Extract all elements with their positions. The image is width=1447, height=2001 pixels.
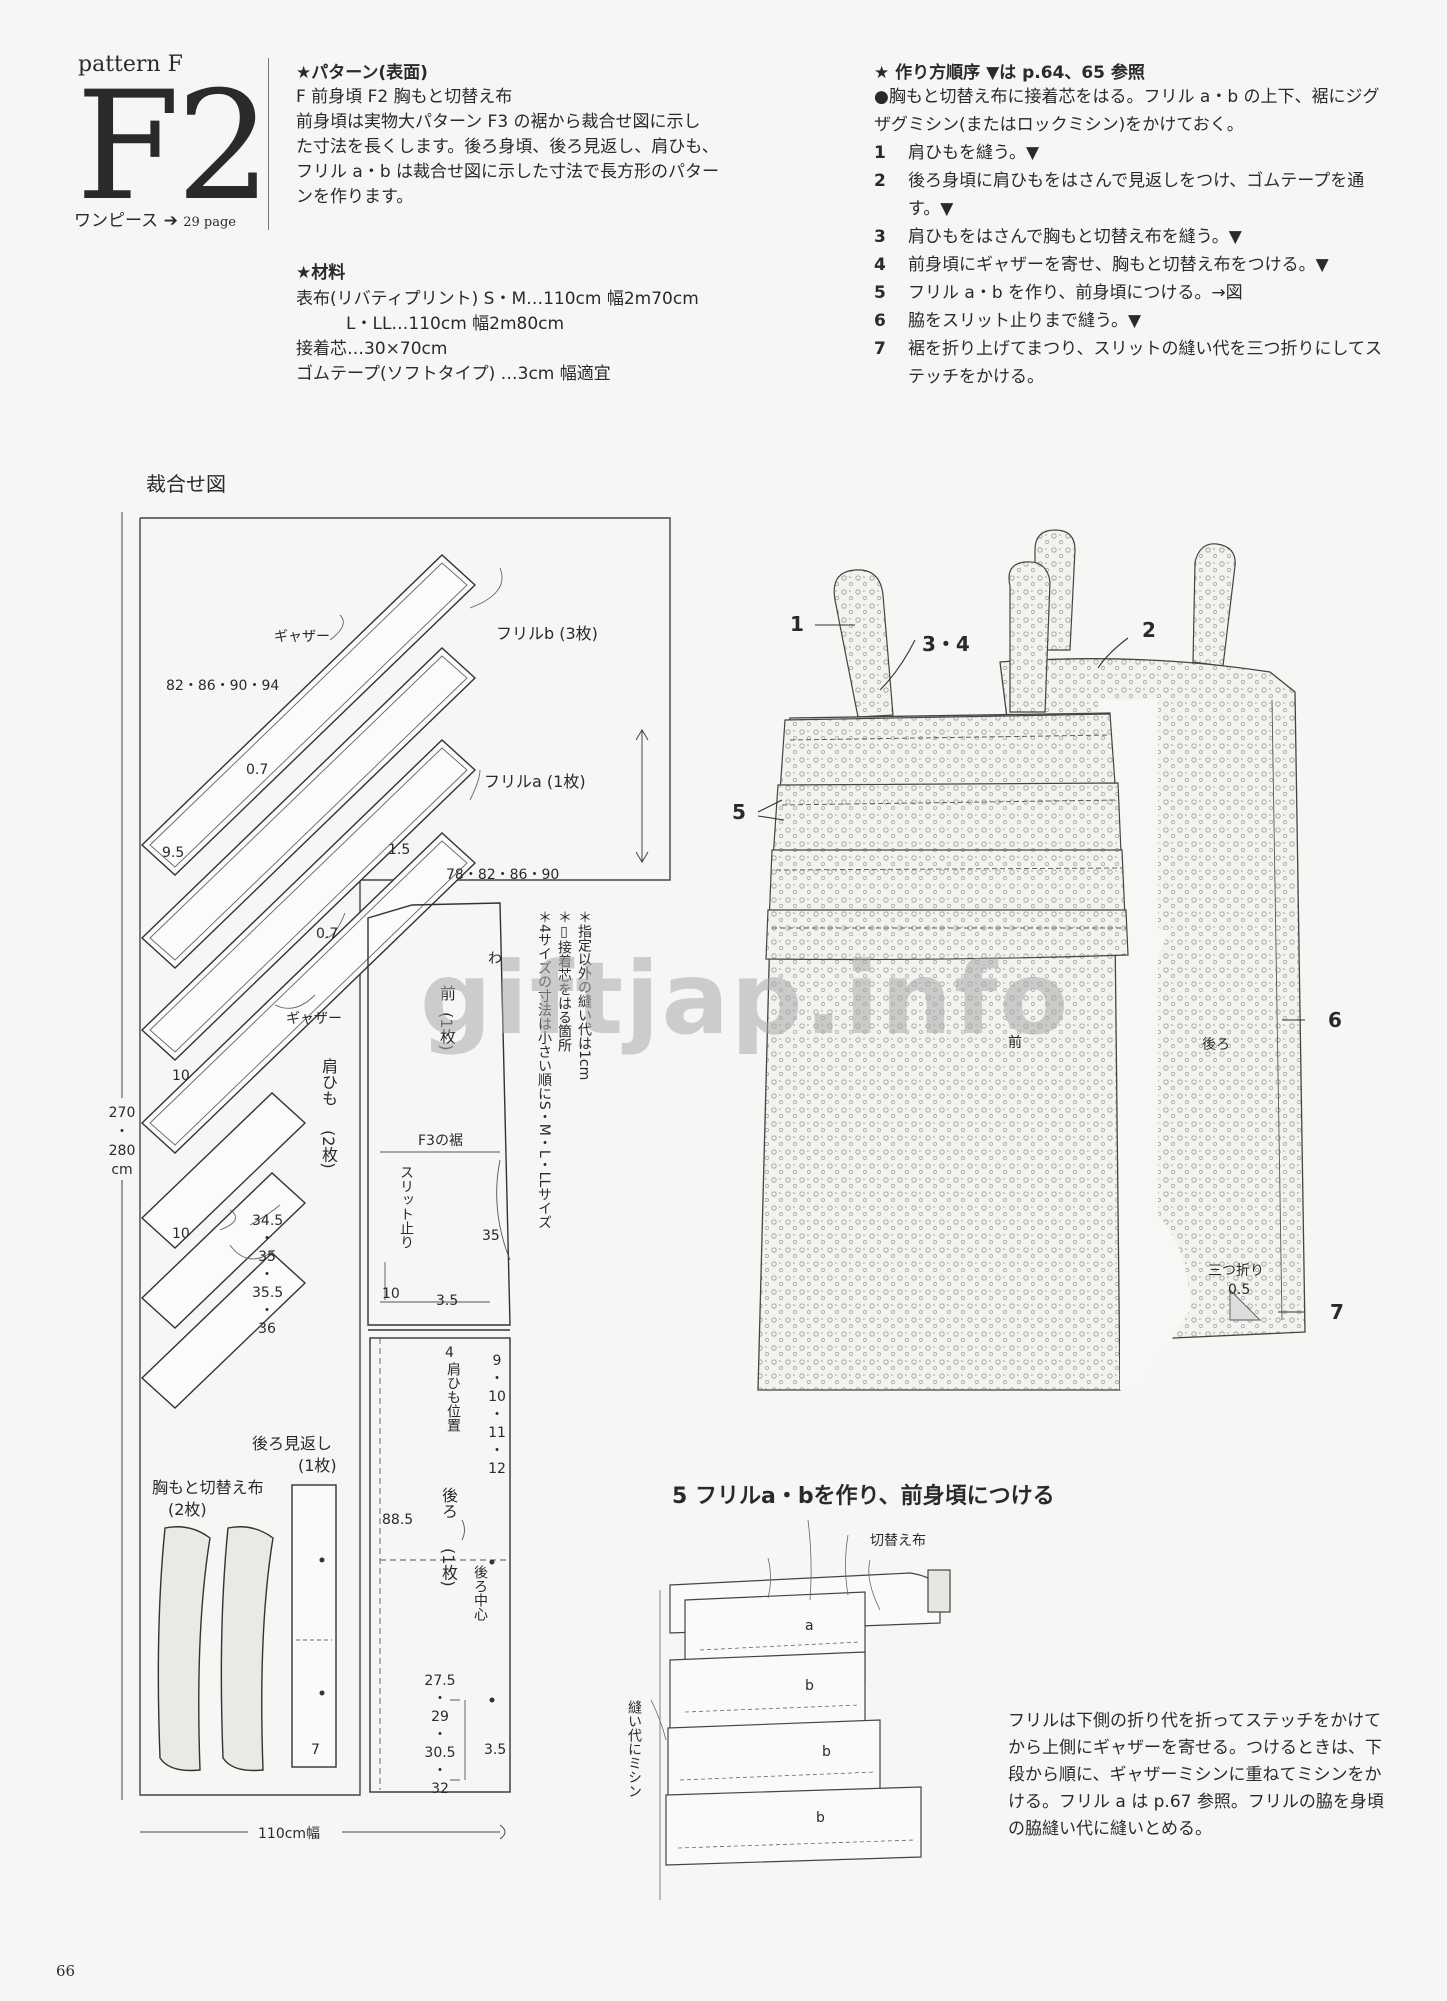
frill-b-tag: b [805,1678,814,1694]
frill-b-tag: b [816,1810,825,1826]
frill-b-tag: b [822,1744,831,1760]
seam-allowance-label: 縫い代にミシン [626,1700,642,1798]
frill-a-tag: a [805,1618,814,1634]
detail5-yoke-label: 切替え布 [870,1533,926,1549]
detail5-note: フリルは下側の折り代を折ってステッチをかけてから上側にギャザーを寄せる。つけると… [1008,1711,1384,1839]
detail5-diagram [650,1519,951,1900]
page-number: 66 [56,1962,76,1980]
